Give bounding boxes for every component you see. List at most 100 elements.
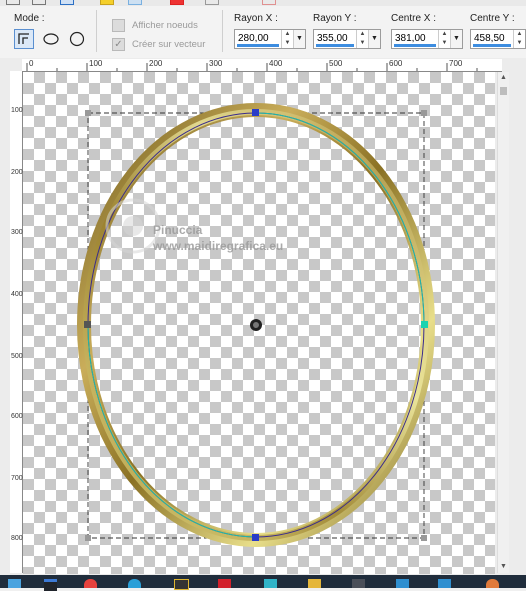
ruler-label: 600	[389, 59, 403, 68]
ruler-label: 100	[89, 59, 103, 68]
ruler-label: 200	[11, 169, 23, 176]
camera-icon[interactable]	[396, 579, 409, 588]
radius-x-field[interactable]: 280,00 ▲ ▼ ▼	[234, 29, 306, 49]
tool-icon[interactable]	[6, 0, 20, 5]
taskbar-app-icon[interactable]	[218, 579, 231, 588]
watermark-line2: www.maidiregrafica.eu	[152, 239, 283, 253]
ruler-label: 300	[11, 229, 23, 236]
show-nodes-option[interactable]: Afficher noeuds	[112, 19, 198, 32]
vertical-scrollbar[interactable]: ▲ ▼	[497, 72, 509, 573]
camera-icon[interactable]	[438, 579, 451, 588]
right-node[interactable]	[421, 321, 428, 328]
taskbar-app-icon[interactable]	[264, 579, 277, 588]
ruler-label: 600	[11, 413, 23, 420]
record-icon[interactable]	[170, 0, 184, 5]
ruler-label: 100	[11, 107, 23, 114]
scroll-down-icon[interactable]: ▼	[498, 561, 509, 573]
ruler-label: 400	[269, 59, 283, 68]
spin-up-icon: ▲	[359, 31, 366, 37]
image-workspace: 0 100 200 300 400 500 600 700 100 200 30…	[0, 58, 526, 575]
circle-icon	[69, 31, 85, 47]
center-y-field[interactable]: 458,50 ▲ ▼	[470, 29, 526, 49]
bottom-node[interactable]	[252, 534, 259, 541]
tool-icon[interactable]	[128, 0, 142, 5]
ruler-label: 500	[329, 59, 343, 68]
radius-x-spinner[interactable]: ▲ ▼	[281, 30, 293, 48]
center-x-value[interactable]: 381,00	[392, 30, 438, 48]
scroll-up-icon[interactable]: ▲	[498, 72, 509, 84]
tool-options-toolbar: Mode : Afficher noeuds ✓ Créer sur vecte…	[0, 0, 526, 59]
chrome-icon[interactable]	[84, 579, 97, 588]
horizontal-ruler: 0 100 200 300 400 500 600 700	[22, 59, 502, 72]
radius-y-dropdown-arrow[interactable]: ▼	[368, 30, 380, 48]
taskbar-app-icon[interactable]	[174, 579, 189, 590]
toolbar-separator	[96, 10, 97, 52]
toolbar-top-strip	[0, 0, 526, 6]
ruler-label: 800	[11, 535, 23, 542]
vertical-ruler: 100 200 300 400 500 600 700 800	[10, 71, 23, 573]
corner-handle[interactable]	[421, 110, 427, 116]
browser-icon[interactable]	[128, 579, 141, 588]
spin-up-icon: ▲	[441, 31, 448, 37]
taskbar-app-icon[interactable]	[44, 579, 57, 591]
tool-icon[interactable]	[60, 0, 74, 5]
center-y-label: Centre Y :	[470, 13, 515, 24]
mode-freehand-button[interactable]	[14, 29, 34, 49]
curve-tool-icon	[18, 33, 29, 44]
ellipse-frame-drawing: Pinuccia www.maidiregrafica.eu	[77, 103, 435, 547]
center-x-dropdown-arrow[interactable]: ▼	[450, 30, 462, 48]
delete-icon[interactable]	[262, 0, 276, 5]
spin-down-icon: ▼	[516, 40, 523, 46]
transparent-canvas[interactable]: Pinuccia www.maidiregrafica.eu	[23, 72, 495, 574]
scroll-thumb[interactable]	[500, 87, 507, 95]
tool-icon[interactable]	[32, 0, 46, 5]
center-x-field[interactable]: 381,00 ▲ ▼ ▼	[391, 29, 463, 49]
tool-icon[interactable]	[205, 0, 219, 5]
watermark-logo	[105, 198, 161, 254]
center-x-label: Centre X :	[391, 13, 437, 24]
radius-y-label: Rayon Y :	[313, 13, 357, 24]
top-node[interactable]	[252, 109, 259, 116]
radius-x-dropdown-arrow[interactable]: ▼	[293, 30, 305, 48]
radius-x-label: Rayon X :	[234, 13, 278, 24]
mode-label: Mode :	[14, 13, 45, 24]
taskbar-app-icon[interactable]	[8, 579, 21, 588]
create-on-vector-label: Créer sur vecteur	[132, 39, 206, 50]
center-point-inner	[253, 322, 259, 328]
corner-handle[interactable]	[421, 535, 427, 541]
create-on-vector-option[interactable]: ✓ Créer sur vecteur	[112, 38, 205, 51]
folder-icon[interactable]	[308, 579, 321, 588]
center-y-spinner[interactable]: ▲ ▼	[513, 30, 525, 48]
windows-taskbar	[0, 575, 526, 591]
paint-icon[interactable]	[486, 579, 499, 588]
radius-x-value[interactable]: 280,00	[235, 30, 281, 48]
create-on-vector-checkbox[interactable]: ✓	[112, 38, 125, 51]
ruler-label: 0	[29, 59, 34, 68]
fill-icon[interactable]	[100, 0, 114, 5]
mode-circle-button[interactable]	[67, 29, 87, 49]
center-x-spinner[interactable]: ▲ ▼	[438, 30, 450, 48]
corner-handle[interactable]	[85, 535, 91, 541]
ruler-label: 700	[11, 475, 23, 482]
spin-down-icon: ▼	[441, 40, 448, 46]
ruler-label: 200	[149, 59, 163, 68]
ruler-label: 400	[11, 291, 23, 298]
radius-y-field[interactable]: 355,00 ▲ ▼ ▼	[313, 29, 381, 49]
radius-y-value[interactable]: 355,00	[314, 30, 356, 48]
radius-y-spinner[interactable]: ▲ ▼	[356, 30, 368, 48]
show-nodes-label: Afficher noeuds	[132, 20, 198, 31]
toolbar-separator	[222, 10, 223, 52]
taskbar-app-icon[interactable]	[352, 579, 365, 588]
spin-down-icon: ▼	[359, 40, 366, 46]
corner-handle[interactable]	[85, 110, 91, 116]
show-nodes-checkbox[interactable]	[112, 19, 125, 32]
spin-down-icon: ▼	[284, 40, 291, 46]
center-y-value[interactable]: 458,50	[471, 30, 513, 48]
ruler-label: 700	[449, 59, 463, 68]
mode-ellipse-button[interactable]	[41, 29, 61, 49]
spin-up-icon: ▲	[284, 31, 291, 37]
ruler-label: 500	[11, 353, 23, 360]
spin-up-icon: ▲	[516, 31, 523, 37]
left-node[interactable]	[84, 321, 91, 328]
ruler-label: 300	[209, 59, 223, 68]
